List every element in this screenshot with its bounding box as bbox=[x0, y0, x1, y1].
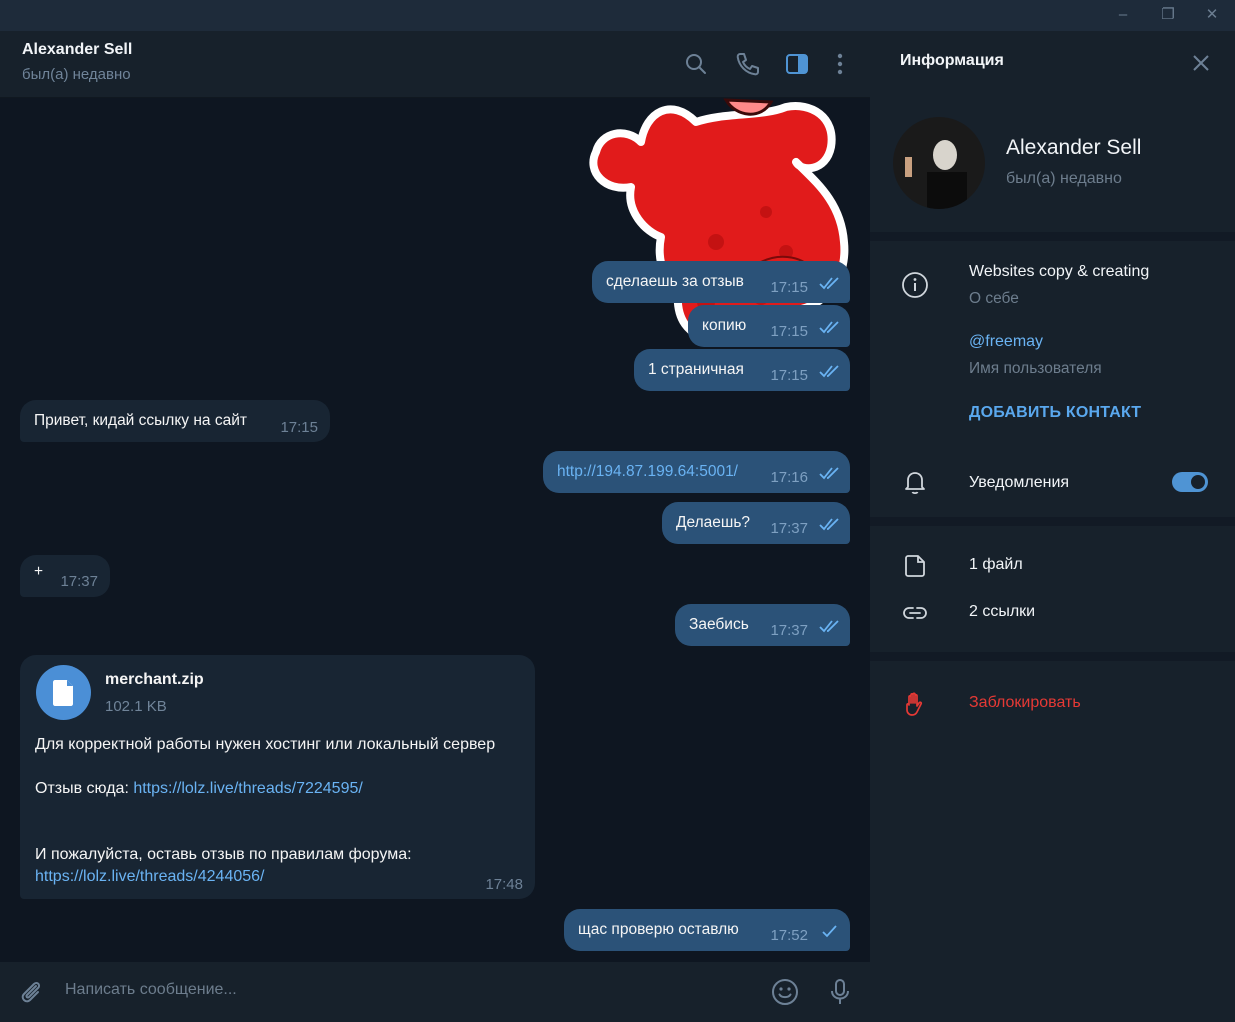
window-close-icon[interactable]: ✕ bbox=[1201, 4, 1223, 26]
message-text: Для корректной работы нужен хостинг или … bbox=[35, 736, 496, 753]
file-icon bbox=[905, 555, 925, 577]
message-time: 17:15 bbox=[280, 419, 318, 436]
message-composer: Написать сообщение... bbox=[0, 962, 870, 1022]
double-check-icon bbox=[819, 518, 839, 531]
profile-status: был(а) недавно bbox=[1006, 170, 1122, 187]
message-text: Делаешь? bbox=[676, 514, 751, 531]
info-icon bbox=[902, 272, 928, 298]
message-text: Привет, кидай ссылку на сайт bbox=[34, 412, 247, 429]
document-icon[interactable] bbox=[36, 665, 91, 720]
message-text: + bbox=[34, 563, 44, 580]
hand-stop-icon bbox=[906, 692, 923, 716]
message-bubble-out[interactable]: Заебись 17:37 bbox=[675, 604, 850, 646]
message-time: 17:37 bbox=[60, 573, 98, 590]
minimize-icon[interactable]: – bbox=[1112, 4, 1134, 26]
message-link[interactable]: https://lolz.live/threads/7224595/ bbox=[133, 780, 362, 797]
avatar[interactable] bbox=[893, 117, 985, 209]
message-bubble-out[interactable]: щас проверю оставлю 17:52 bbox=[564, 909, 850, 951]
message-bubble-out[interactable]: копию 17:15 bbox=[688, 305, 850, 347]
add-contact-button[interactable]: ДОБАВИТЬ КОНТАКТ bbox=[969, 404, 1141, 422]
double-check-icon bbox=[819, 467, 839, 480]
attach-icon[interactable] bbox=[16, 977, 46, 1007]
sidebar-toggle-icon[interactable] bbox=[784, 51, 810, 77]
info-title: Информация bbox=[900, 52, 1004, 69]
close-icon[interactable] bbox=[1189, 51, 1213, 75]
double-check-icon bbox=[819, 277, 839, 290]
profile-name: Alexander Sell bbox=[1006, 136, 1142, 159]
shared-links-item[interactable]: 2 ссылки bbox=[969, 603, 1035, 621]
message-text: сделаешь за отзыв bbox=[606, 273, 744, 290]
restore-icon[interactable]: ❐ bbox=[1157, 4, 1179, 26]
message-time: 17:48 bbox=[485, 876, 523, 893]
message-link-line: https://lolz.live/threads/4244056/ bbox=[35, 868, 264, 886]
message-time: 17:37 bbox=[770, 622, 808, 639]
message-text-prefix: Отзыв сюда: bbox=[35, 780, 134, 797]
message-bubble-out[interactable]: http://194.87.199.64:5001/ 17:16 bbox=[543, 451, 850, 493]
message-bubble-out[interactable]: Делаешь? 17:37 bbox=[662, 502, 850, 544]
message-text: щас проверю оставлю bbox=[578, 921, 739, 938]
message-text: копию bbox=[702, 317, 747, 334]
username-label: Имя пользователя bbox=[969, 360, 1102, 377]
notifications-toggle[interactable] bbox=[1172, 472, 1208, 492]
file-message[interactable]: merchant.zip 102.1 KB Для корректной раб… bbox=[20, 655, 535, 899]
block-user-button[interactable]: Заблокировать bbox=[969, 694, 1081, 712]
message-bubble-in[interactable]: + 17:37 bbox=[20, 555, 110, 597]
chat-header: Alexander Sell был(а) недавно bbox=[0, 31, 870, 98]
notifications-label: Уведомления bbox=[969, 474, 1070, 491]
message-bubble-out[interactable]: 1 страничная 17:15 bbox=[634, 349, 850, 391]
message-text: 1 страничная bbox=[648, 361, 744, 378]
message-text: И пожалуйста, оставь отзыв по правилам ф… bbox=[35, 846, 412, 863]
bio-label: О себе bbox=[969, 290, 1019, 307]
chat-title[interactable]: Alexander Sell bbox=[22, 41, 132, 59]
search-icon[interactable] bbox=[683, 51, 709, 77]
phone-icon[interactable] bbox=[734, 51, 760, 77]
message-text: Отзыв сюда: https://lolz.live/threads/72… bbox=[35, 780, 363, 798]
bell-icon bbox=[905, 472, 925, 495]
message-time: 17:15 bbox=[770, 279, 808, 296]
microphone-icon[interactable] bbox=[825, 977, 855, 1007]
bio-text: Websites copy & creating bbox=[969, 263, 1150, 280]
link-icon bbox=[903, 607, 927, 619]
emoji-icon[interactable] bbox=[770, 977, 800, 1007]
message-list[interactable]: сделаешь за отзыв 17:15 копию 17:15 1 ст… bbox=[0, 98, 870, 962]
divider bbox=[870, 232, 1235, 241]
message-bubble-in[interactable]: Привет, кидай ссылку на сайт 17:15 bbox=[20, 400, 330, 442]
shared-files-item[interactable]: 1 файл bbox=[969, 556, 1023, 574]
message-link[interactable]: https://lolz.live/threads/4244056/ bbox=[35, 868, 264, 885]
double-check-icon bbox=[819, 620, 839, 633]
check-icon bbox=[822, 925, 837, 938]
double-check-icon bbox=[819, 365, 839, 378]
more-icon[interactable] bbox=[827, 51, 853, 77]
info-panel: Информация Alexander Sell был(а) недавно… bbox=[870, 31, 1235, 1022]
message-input[interactable]: Написать сообщение... bbox=[65, 981, 237, 999]
message-time: 17:16 bbox=[770, 469, 808, 486]
double-check-icon bbox=[819, 321, 839, 334]
toggle-knob bbox=[1189, 473, 1207, 491]
message-link[interactable]: http://194.87.199.64:5001/ bbox=[557, 451, 738, 493]
message-time: 17:52 bbox=[770, 927, 808, 944]
divider bbox=[870, 652, 1235, 661]
file-size: 102.1 KB bbox=[105, 698, 167, 715]
chat-status: был(а) недавно bbox=[22, 66, 131, 83]
message-time: 17:37 bbox=[770, 520, 808, 537]
username-link[interactable]: @freemay bbox=[969, 333, 1043, 351]
file-name[interactable]: merchant.zip bbox=[105, 671, 204, 689]
message-time: 17:15 bbox=[770, 323, 808, 340]
divider bbox=[870, 517, 1235, 526]
message-time: 17:15 bbox=[770, 367, 808, 384]
message-bubble-out[interactable]: сделаешь за отзыв 17:15 bbox=[592, 261, 850, 303]
message-text: Заебись bbox=[689, 616, 749, 633]
window-titlebar: – ❐ ✕ bbox=[0, 0, 1235, 31]
